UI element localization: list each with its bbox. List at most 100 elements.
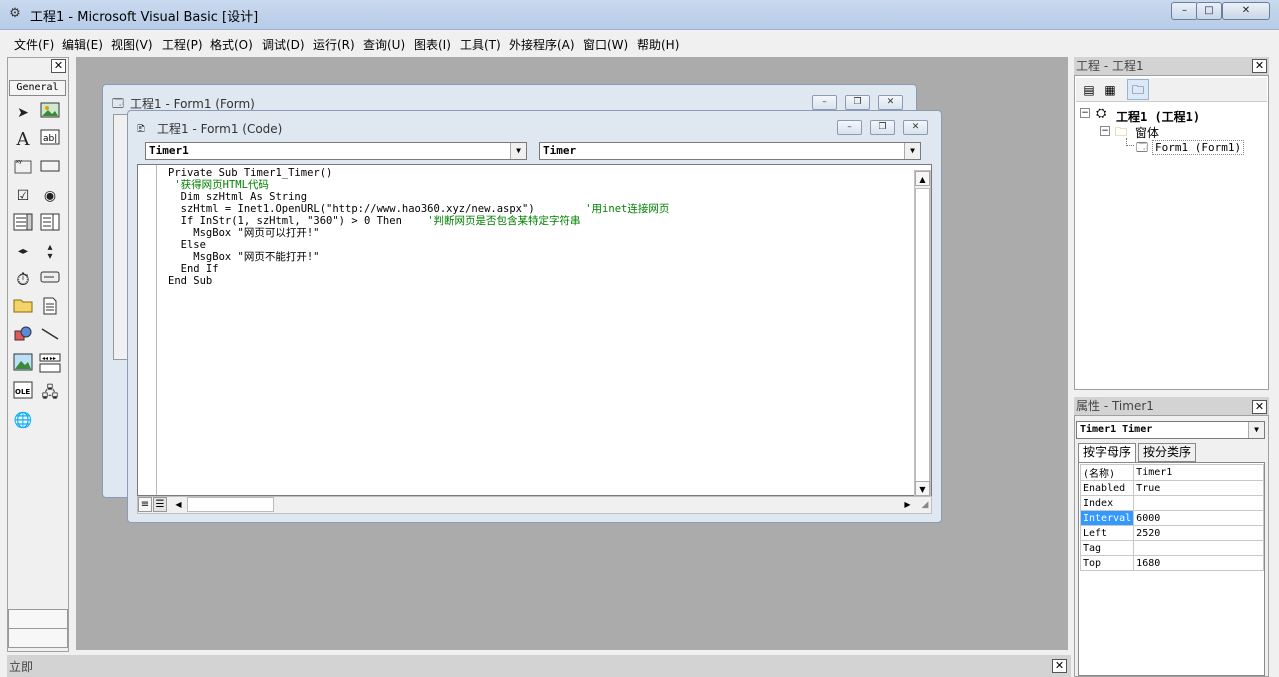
collapse-icon[interactable]: − bbox=[1080, 108, 1090, 118]
object-combo-value: Timer1 bbox=[149, 144, 189, 157]
menu-window[interactable]: 窗口(W) bbox=[583, 36, 628, 53]
chevron-down-icon[interactable]: ▼ bbox=[510, 143, 526, 159]
label-icon[interactable]: A bbox=[12, 129, 34, 151]
tree-form1[interactable]: Form1 (Form1) bbox=[1152, 140, 1245, 155]
combobox-icon[interactable] bbox=[12, 213, 34, 235]
close-icon[interactable]: ✕ bbox=[1222, 2, 1270, 20]
menu-edit[interactable]: 编辑(E) bbox=[62, 36, 103, 53]
menu-debug[interactable]: 调试(D) bbox=[262, 36, 305, 53]
menu-tools[interactable]: 工具(T) bbox=[460, 36, 501, 53]
code-body[interactable]: Private Sub Timer1_Timer() '获得网页HTML代码 D… bbox=[168, 167, 669, 287]
line-icon[interactable] bbox=[39, 325, 61, 347]
menu-addins[interactable]: 外接程序(A) bbox=[509, 36, 575, 53]
property-row[interactable]: Enabled True bbox=[1079, 480, 1265, 496]
code-minimize-icon[interactable]: – bbox=[837, 120, 862, 135]
menu-project[interactable]: 工程(P) bbox=[162, 36, 203, 53]
listbox-icon[interactable] bbox=[39, 213, 61, 235]
maximize-icon[interactable]: □ bbox=[1196, 2, 1222, 20]
frame-icon[interactable]: xy bbox=[12, 157, 34, 179]
object-combo[interactable]: Timer1 ▼ bbox=[145, 142, 527, 160]
property-value[interactable]: 2520 bbox=[1133, 525, 1265, 541]
property-name: Tag bbox=[1079, 540, 1135, 556]
svg-text:xy: xy bbox=[16, 159, 22, 165]
chevron-down-icon[interactable]: ▼ bbox=[904, 143, 920, 159]
hscrollbar-icon[interactable]: ◂▸ bbox=[12, 241, 34, 263]
code-restore-icon[interactable]: ❐ bbox=[870, 120, 895, 135]
properties-close-icon[interactable]: ✕ bbox=[1252, 400, 1267, 414]
optionbutton-icon[interactable]: ◉ bbox=[39, 185, 61, 207]
property-value[interactable] bbox=[1133, 495, 1265, 511]
filelistbox-icon[interactable] bbox=[39, 297, 61, 319]
scroll-right-icon[interactable]: ▶ bbox=[900, 497, 915, 512]
data-icon[interactable]: ◂◂ ▸▸ bbox=[39, 353, 61, 375]
menu-diagram[interactable]: 图表(I) bbox=[414, 36, 451, 53]
code-line: End Sub bbox=[168, 275, 213, 287]
menu-run[interactable]: 运行(R) bbox=[313, 36, 355, 53]
scroll-up-icon[interactable]: ▲ bbox=[915, 171, 930, 186]
properties-object-combo[interactable]: Timer1 Timer ▼ bbox=[1076, 421, 1265, 439]
menu-file[interactable]: 文件(F) bbox=[14, 36, 54, 53]
property-name: Enabled bbox=[1079, 480, 1135, 496]
full-module-view-icon[interactable]: ☰ bbox=[153, 497, 167, 512]
property-value[interactable]: Timer1 bbox=[1133, 464, 1265, 481]
image-icon[interactable] bbox=[12, 353, 34, 375]
webbrowser-icon[interactable]: 🌐 bbox=[12, 409, 34, 431]
tab-alphabetic[interactable]: 按字母序 bbox=[1078, 443, 1137, 462]
form-minimize-icon[interactable]: – bbox=[812, 95, 837, 110]
form-restore-icon[interactable]: ❐ bbox=[845, 95, 870, 110]
scroll-thumb[interactable] bbox=[915, 188, 930, 482]
ole-icon[interactable]: OLE bbox=[12, 381, 34, 403]
menu-view[interactable]: 视图(V) bbox=[111, 36, 153, 53]
property-row[interactable]: (名称) Timer1 bbox=[1079, 464, 1265, 481]
property-row[interactable]: Top 1680 bbox=[1079, 555, 1265, 571]
property-name: Top bbox=[1079, 555, 1135, 571]
resize-grip-icon[interactable]: ◢ bbox=[918, 498, 932, 512]
vscrollbar-icon[interactable]: ▴ ▾ bbox=[39, 241, 61, 263]
property-name: Index bbox=[1079, 495, 1135, 511]
menu-format[interactable]: 格式(O) bbox=[210, 36, 253, 53]
property-value[interactable]: 6000 bbox=[1133, 510, 1265, 526]
code-close-icon[interactable]: ✕ bbox=[903, 120, 928, 135]
textbox-icon[interactable]: ab| bbox=[39, 129, 61, 151]
tab-categorized[interactable]: 按分类序 bbox=[1138, 443, 1197, 462]
minimize-icon[interactable]: – bbox=[1171, 2, 1198, 20]
property-value[interactable]: 1680 bbox=[1133, 555, 1265, 571]
view-code-icon[interactable]: ▤ bbox=[1080, 81, 1098, 99]
tree-project-root[interactable]: 工程1 (工程1) bbox=[1116, 108, 1200, 125]
toolbox-close-icon[interactable]: ✕ bbox=[51, 59, 66, 73]
chevron-down-icon[interactable]: ▼ bbox=[1248, 422, 1264, 438]
view-object-icon[interactable]: ▦ bbox=[1101, 81, 1119, 99]
pointer-icon[interactable]: ➤ bbox=[12, 102, 34, 124]
property-row[interactable]: Index bbox=[1079, 495, 1265, 511]
procedure-view-icon[interactable]: ≡ bbox=[138, 497, 152, 512]
immediate-close-icon[interactable]: ✕ bbox=[1052, 659, 1067, 673]
scroll-down-icon[interactable]: ▼ bbox=[915, 481, 930, 496]
commandbutton-icon[interactable] bbox=[39, 157, 61, 179]
property-row[interactable]: Tag bbox=[1079, 540, 1265, 556]
inet-icon[interactable]: 🖧 bbox=[39, 381, 61, 403]
collapse-icon[interactable]: − bbox=[1100, 126, 1110, 136]
toggle-folders-icon[interactable]: 🗀 bbox=[1127, 79, 1149, 100]
vb-app-icon[interactable]: ⚙ bbox=[7, 6, 23, 22]
svg-text:ab|: ab| bbox=[43, 134, 57, 144]
project-close-icon[interactable]: ✕ bbox=[1252, 59, 1267, 73]
checkbox-icon[interactable]: ☑ bbox=[12, 185, 34, 207]
form-window-icon: 🗔 bbox=[112, 97, 124, 110]
procedure-combo[interactable]: Timer ▼ bbox=[539, 142, 921, 160]
shape-icon[interactable] bbox=[12, 325, 34, 347]
dirlistbox-icon[interactable] bbox=[12, 297, 34, 319]
hscroll-thumb[interactable] bbox=[187, 497, 274, 512]
property-row[interactable]: Left 2520 bbox=[1079, 525, 1265, 541]
property-value[interactable] bbox=[1133, 540, 1265, 556]
property-row[interactable]: Interval 6000 bbox=[1079, 510, 1265, 526]
code-line: Dim szHtml As String bbox=[168, 191, 308, 203]
form-close-icon[interactable]: ✕ bbox=[878, 95, 903, 110]
menu-query[interactable]: 查询(U) bbox=[363, 36, 405, 53]
property-value[interactable]: True bbox=[1133, 480, 1265, 496]
scroll-left-icon[interactable]: ◀ bbox=[171, 497, 186, 512]
timer-icon[interactable]: ⏱ bbox=[12, 269, 34, 291]
picturebox-icon[interactable] bbox=[39, 102, 61, 124]
menu-help[interactable]: 帮助(H) bbox=[637, 36, 679, 53]
toolbox-general-tab[interactable]: General bbox=[9, 80, 66, 96]
drivelistbox-icon[interactable] bbox=[39, 269, 61, 291]
